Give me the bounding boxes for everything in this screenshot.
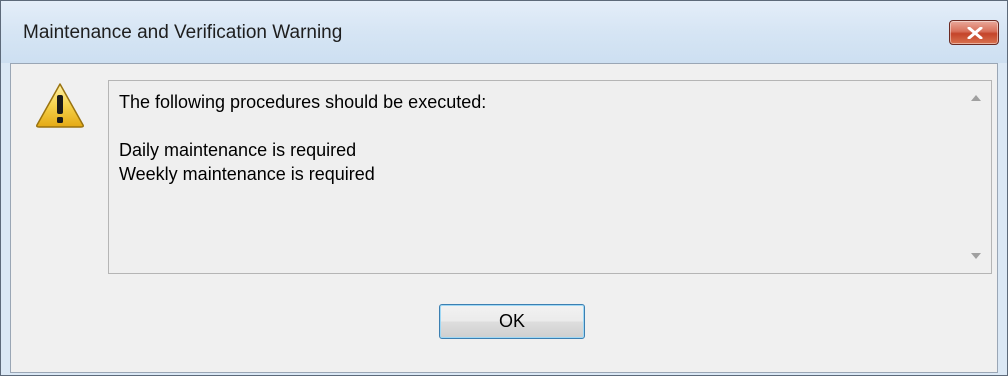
message-line: Weekly maintenance is required: [119, 164, 375, 184]
title-bar[interactable]: Maintenance and Verification Warning: [1, 1, 1007, 63]
ok-button[interactable]: OK: [439, 304, 585, 339]
message-line: The following procedures should be execu…: [119, 92, 487, 112]
close-icon: [967, 27, 983, 39]
dialog-title: Maintenance and Verification Warning: [23, 22, 343, 43]
warning-icon: [36, 83, 84, 128]
vertical-scrollbar[interactable]: [961, 81, 991, 273]
dialog-body: The following procedures should be execu…: [10, 63, 998, 373]
scroll-down-icon[interactable]: [971, 253, 981, 259]
close-button[interactable]: [949, 20, 999, 45]
message-text: The following procedures should be execu…: [119, 90, 486, 186]
message-textbox[interactable]: The following procedures should be execu…: [108, 80, 992, 274]
warning-dialog: Maintenance and Verification Warning The…: [0, 0, 1008, 376]
message-line: Daily maintenance is required: [119, 140, 357, 160]
message-line: [119, 114, 486, 138]
scroll-up-icon[interactable]: [971, 95, 981, 101]
